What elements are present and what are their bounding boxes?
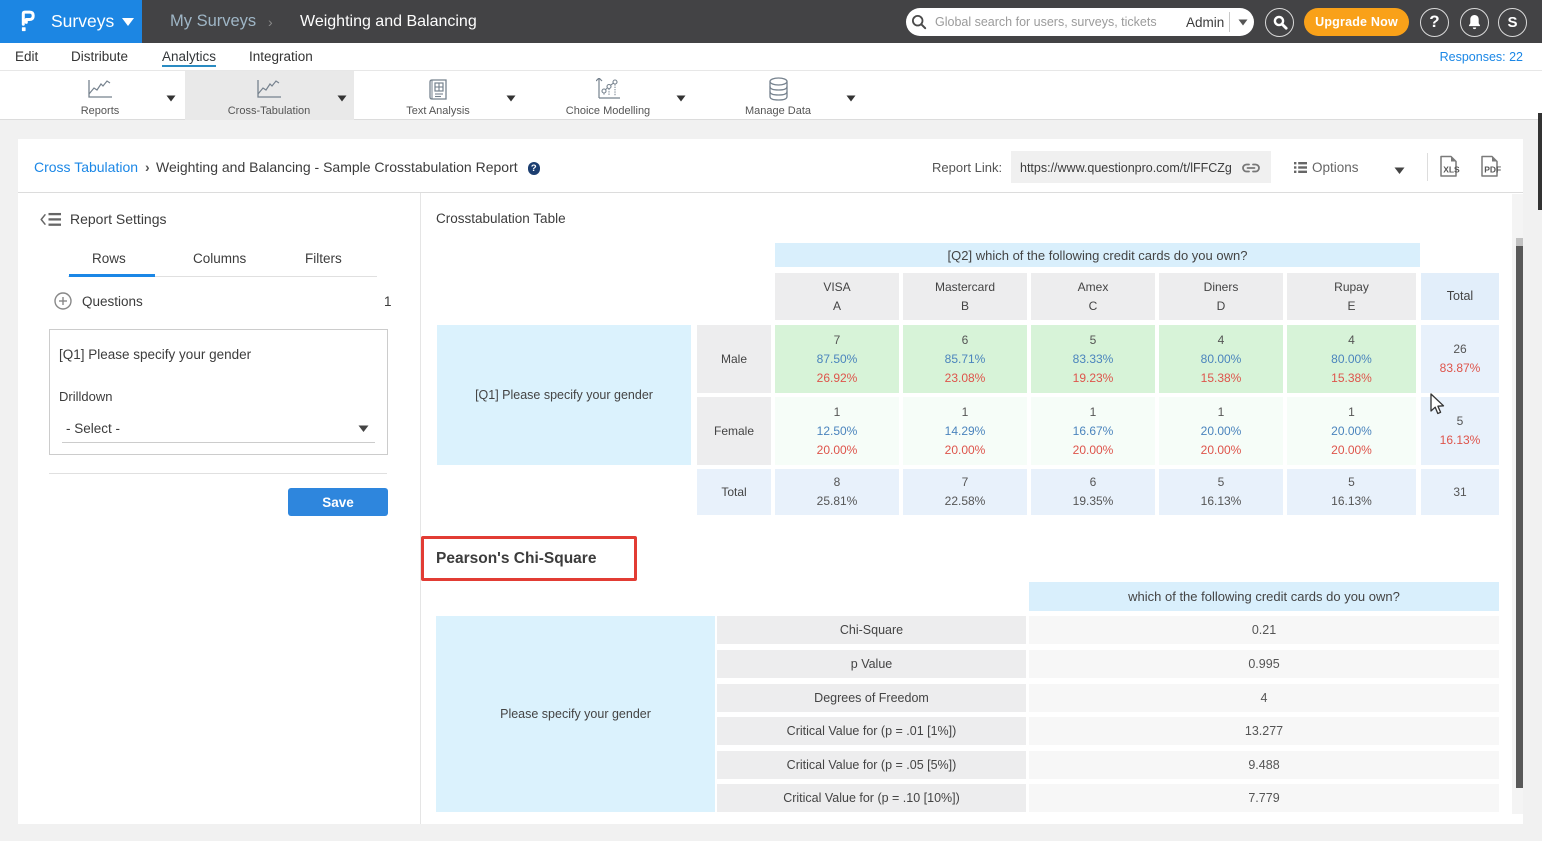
svg-text:PDF: PDF bbox=[1484, 165, 1501, 175]
svg-text:XLS: XLS bbox=[1443, 165, 1460, 175]
